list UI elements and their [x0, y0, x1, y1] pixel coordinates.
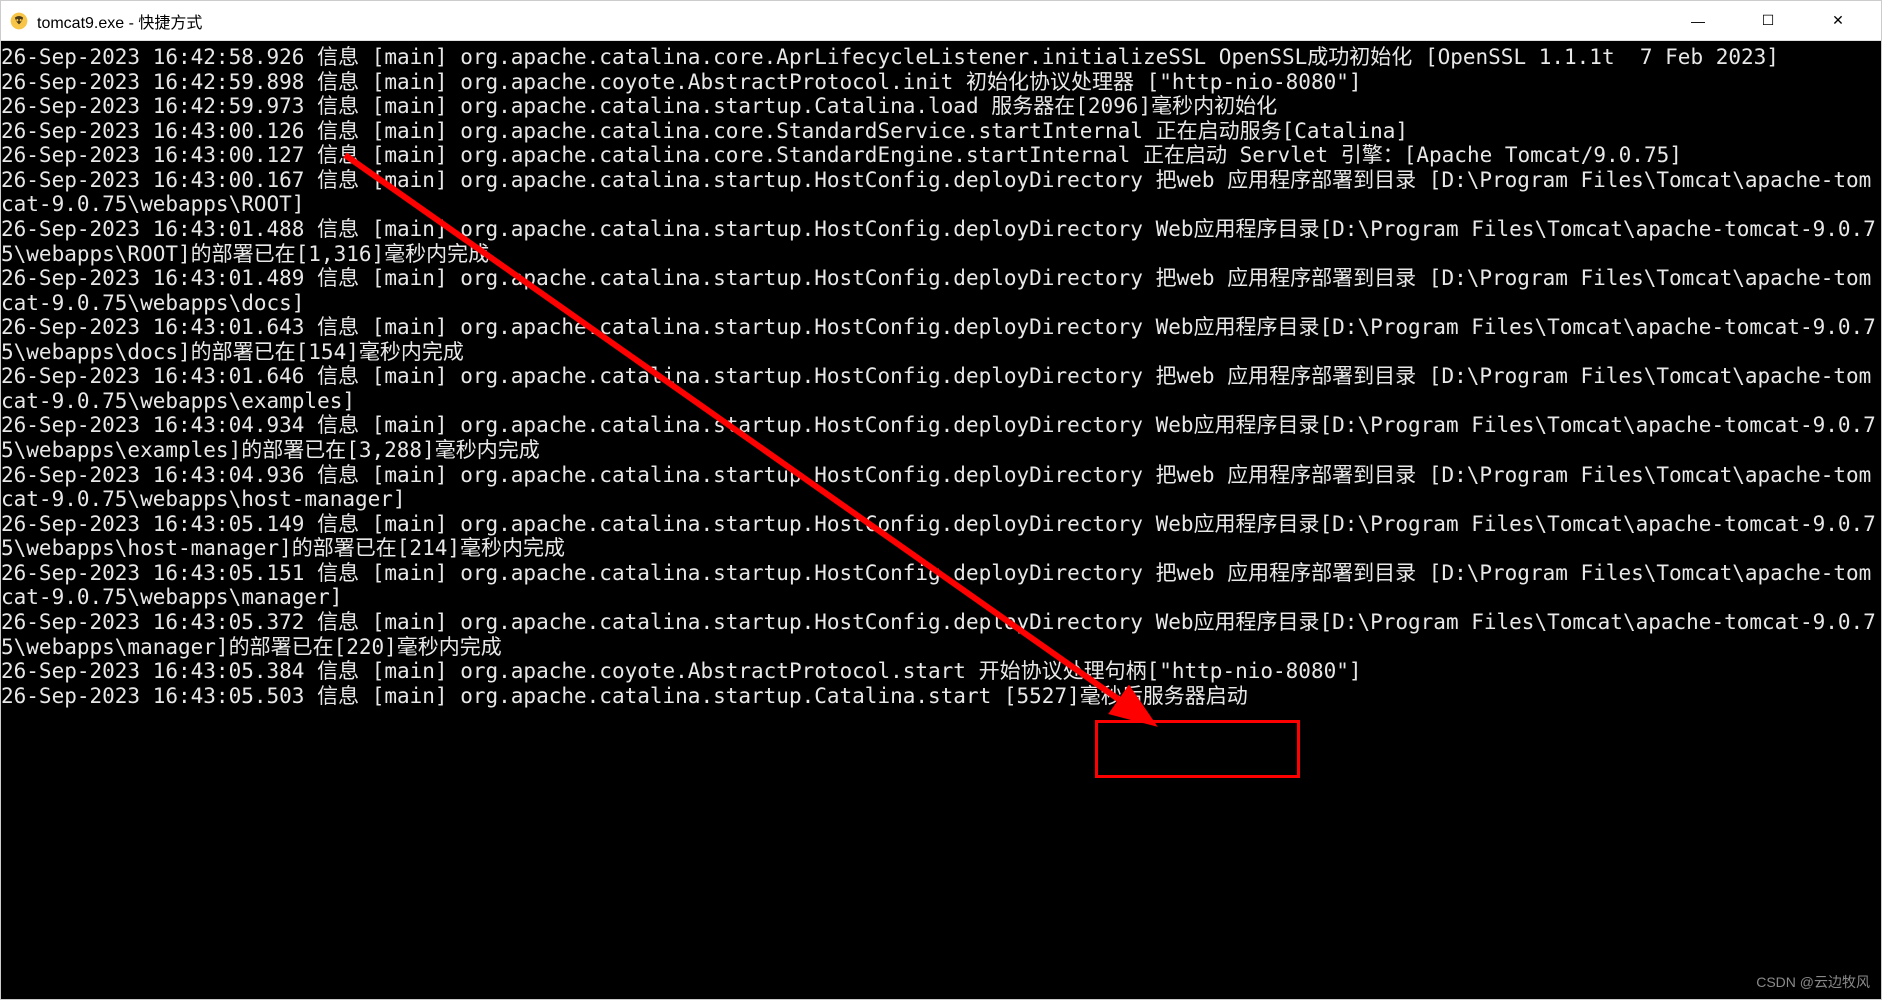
console-output[interactable]: 26-Sep-2023 16:42:58.926 信息 [main] org.a…	[1, 41, 1881, 999]
titlebar[interactable]: tomcat9.exe - 快捷方式 — ☐ ✕	[1, 1, 1881, 41]
app-icon	[9, 11, 29, 31]
log-line: 26-Sep-2023 16:43:04.934 信息 [main] org.a…	[1, 413, 1881, 462]
log-line: 26-Sep-2023 16:42:59.898 信息 [main] org.a…	[1, 70, 1881, 95]
watermark: CSDN @云边牧风	[1756, 972, 1870, 992]
log-line: 26-Sep-2023 16:43:05.372 信息 [main] org.a…	[1, 610, 1881, 659]
log-line: 26-Sep-2023 16:43:01.488 信息 [main] org.a…	[1, 217, 1881, 266]
log-line: 26-Sep-2023 16:43:05.151 信息 [main] org.a…	[1, 561, 1881, 610]
window-title: tomcat9.exe - 快捷方式	[37, 9, 1663, 33]
log-line: 26-Sep-2023 16:43:04.936 信息 [main] org.a…	[1, 463, 1881, 512]
log-line: 26-Sep-2023 16:43:05.503 信息 [main] org.a…	[1, 684, 1881, 709]
log-line: 26-Sep-2023 16:43:01.489 信息 [main] org.a…	[1, 266, 1881, 315]
log-line: 26-Sep-2023 16:43:01.646 信息 [main] org.a…	[1, 364, 1881, 413]
log-line: 26-Sep-2023 16:43:01.643 信息 [main] org.a…	[1, 315, 1881, 364]
maximize-button[interactable]: ☐	[1733, 2, 1803, 40]
log-line: 26-Sep-2023 16:43:00.167 信息 [main] org.a…	[1, 168, 1881, 217]
console-window: tomcat9.exe - 快捷方式 — ☐ ✕ 26-Sep-2023 16:…	[0, 0, 1882, 1000]
log-line: 26-Sep-2023 16:43:00.127 信息 [main] org.a…	[1, 143, 1881, 168]
log-line: 26-Sep-2023 16:42:59.973 信息 [main] org.a…	[1, 94, 1881, 119]
log-line: 26-Sep-2023 16:43:05.149 信息 [main] org.a…	[1, 512, 1881, 561]
window-controls: — ☐ ✕	[1663, 2, 1873, 40]
log-line: 26-Sep-2023 16:42:58.926 信息 [main] org.a…	[1, 45, 1881, 70]
log-line: 26-Sep-2023 16:43:00.126 信息 [main] org.a…	[1, 119, 1881, 144]
minimize-button[interactable]: —	[1663, 2, 1733, 40]
log-line: 26-Sep-2023 16:43:05.384 信息 [main] org.a…	[1, 659, 1881, 684]
close-button[interactable]: ✕	[1803, 2, 1873, 40]
